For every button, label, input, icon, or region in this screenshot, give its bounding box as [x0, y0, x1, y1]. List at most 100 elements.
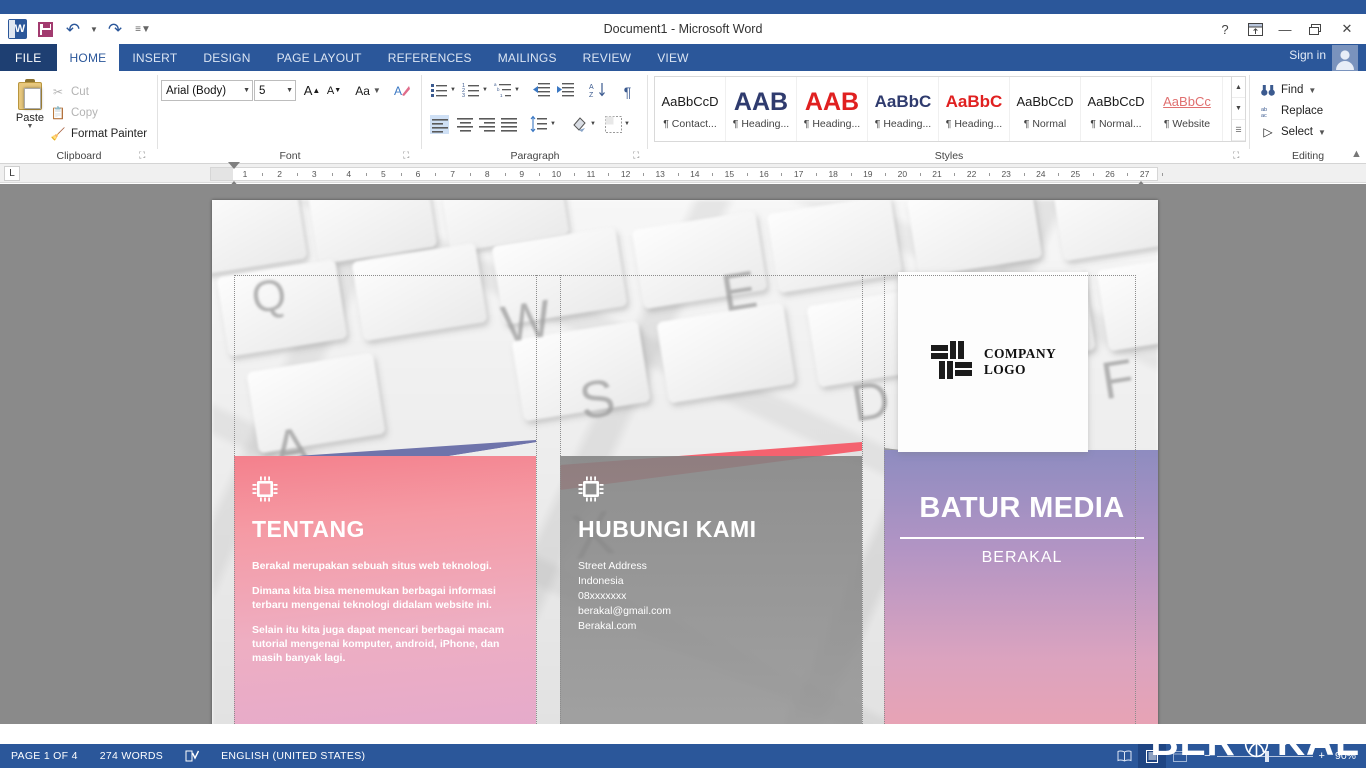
tab-review[interactable]: REVIEW [570, 44, 645, 71]
bullets-icon[interactable] [430, 81, 449, 100]
find-dropdown-icon[interactable]: ▼ [1308, 86, 1316, 95]
minimize-button[interactable]: — [1270, 15, 1300, 43]
style-name: ¶ Heading... [945, 117, 1003, 130]
tab-file[interactable]: FILE [0, 44, 57, 71]
page-indicator[interactable]: PAGE 1 OF 4 [0, 750, 89, 762]
ribbon-display-options-icon[interactable] [1240, 15, 1270, 43]
restore-button[interactable] [1300, 15, 1330, 43]
svg-text:A: A [394, 84, 402, 98]
tab-design[interactable]: DESIGN [190, 44, 263, 71]
increase-indent-icon[interactable] [556, 81, 575, 100]
cpu-chip-icon [252, 476, 278, 502]
styles-scroll-up-icon[interactable]: ▲ [1232, 77, 1245, 99]
ruler-number: 19 [863, 169, 873, 179]
font-dialog-launcher[interactable]: ⛶ [403, 150, 414, 161]
numbering-icon[interactable]: 123 [462, 81, 481, 100]
style-item-6[interactable]: AaBbCcD ¶ Normal... [1081, 77, 1152, 141]
brochure-panel-tentang[interactable]: TENTANG Berakal merupakan sebuah situs w… [234, 456, 536, 724]
grow-font-button[interactable]: A ▲ [302, 80, 322, 101]
borders-icon[interactable] [604, 115, 623, 134]
align-left-icon[interactable] [430, 115, 449, 134]
sort-icon[interactable]: AZ [589, 81, 608, 100]
style-item-3[interactable]: AaBbC ¶ Heading... [868, 77, 939, 141]
borders-dropdown-icon[interactable]: ▼ [624, 121, 630, 127]
styles-more-icon[interactable]: ☰ [1232, 120, 1245, 141]
tab-view[interactable]: VIEW [644, 44, 701, 71]
tab-stop-selector[interactable]: L [4, 166, 20, 181]
tab-page-layout[interactable]: PAGE LAYOUT [264, 44, 375, 71]
font-size-combobox[interactable]: 5 ▼ [254, 80, 296, 101]
tab-references[interactable]: REFERENCES [375, 44, 485, 71]
collapse-ribbon-icon[interactable]: ▲ [1351, 149, 1362, 160]
help-button[interactable]: ? [1210, 15, 1240, 43]
replace-button[interactable]: ab ac Replace [1260, 101, 1323, 121]
shading-icon[interactable] [570, 115, 589, 134]
document-canvas[interactable]: Q W E A S D F Z X Y [0, 184, 1366, 724]
tab-insert[interactable]: INSERT [119, 44, 190, 71]
document-page[interactable]: Q W E A S D F Z X Y [212, 200, 1158, 724]
show-formatting-marks-button[interactable]: ¶ [618, 81, 637, 102]
multilevel-dropdown-icon[interactable]: ▼ [514, 87, 520, 93]
line-spacing-dropdown-icon[interactable]: ▼ [550, 121, 556, 127]
copy-button[interactable]: 📋 Copy [50, 102, 98, 123]
brochure-panel-cover[interactable]: BATUR MEDIA BERAKAL [884, 450, 1158, 724]
shading-dropdown-icon[interactable]: ▼ [590, 121, 596, 127]
read-mode-button[interactable] [1110, 744, 1138, 768]
ruler-tick [712, 173, 714, 176]
styles-gallery[interactable]: AaBbCcD ¶ Contact... AAB ¶ Heading... AAB ¶ H… [654, 76, 1232, 142]
word-count[interactable]: 274 WORDS [89, 750, 174, 762]
numbering-dropdown-icon[interactable]: ▼ [482, 87, 488, 93]
clipboard-dialog-launcher[interactable]: ⛶ [139, 150, 150, 161]
style-item-0[interactable]: AaBbCcD ¶ Contact... [655, 77, 726, 141]
cut-button[interactable]: ✂ Cut [50, 81, 89, 102]
style-item-1[interactable]: AAB ¶ Heading... [726, 77, 797, 141]
language-indicator[interactable]: ENGLISH (UNITED STATES) [210, 750, 376, 762]
spelling-check-icon[interactable] [174, 750, 210, 762]
company-logo-card[interactable]: COMPANY LOGO [898, 272, 1088, 452]
clear-formatting-icon[interactable]: A [392, 80, 412, 101]
find-button[interactable]: Find ▼ [1260, 80, 1316, 100]
align-right-icon[interactable] [478, 115, 497, 134]
chevron-down-icon: ▼ [286, 87, 293, 94]
close-button[interactable]: ✕ [1330, 15, 1364, 43]
paste-dropdown-icon[interactable]: ▼ [27, 123, 34, 130]
horizontal-ruler[interactable]: 1 2 3 4 5 6 7 8 9 10 11 12 13 14 15 16 17 18 19 20 21 22 23 24 2… [210, 162, 1163, 195]
styles-dialog-launcher[interactable]: ⛶ [1233, 150, 1244, 161]
shrink-font-button[interactable]: A ▼ [324, 80, 344, 101]
format-painter-button[interactable]: 🧹 Format Painter [50, 123, 148, 144]
find-label: Find [1281, 84, 1304, 96]
svg-text:ac: ac [1261, 113, 1267, 118]
ruler-tick [781, 173, 783, 176]
ruler-number: 3 [311, 169, 317, 179]
style-item-5[interactable]: AaBbCcD ¶ Normal [1010, 77, 1081, 141]
decrease-indent-icon[interactable] [532, 81, 551, 100]
watermark-text-before: BER [1150, 721, 1236, 764]
select-label: Select [1281, 126, 1313, 138]
select-dropdown-icon[interactable]: ▼ [1318, 128, 1326, 137]
ruler-number: 23 [1001, 169, 1011, 179]
justify-icon[interactable] [500, 115, 519, 134]
style-item-4[interactable]: AaBbC ¶ Heading... [939, 77, 1010, 141]
styles-scroll-down-icon[interactable]: ▼ [1232, 98, 1245, 120]
bullets-dropdown-icon[interactable]: ▼ [450, 87, 456, 93]
tab-mailings[interactable]: MAILINGS [485, 44, 570, 71]
line-spacing-icon[interactable] [530, 115, 549, 134]
align-center-icon[interactable] [456, 115, 475, 134]
first-line-indent-marker[interactable] [228, 162, 240, 169]
style-item-7[interactable]: AaBbCc ¶ Website [1152, 77, 1223, 141]
multilevel-list-icon[interactable]: ab1 [494, 81, 513, 100]
font-name-combobox[interactable]: Arial (Body) ▼ [161, 80, 253, 101]
binoculars-icon [1260, 82, 1276, 98]
select-button[interactable]: ▷ Select ▼ [1260, 122, 1326, 142]
copy-icon: 📋 [50, 105, 66, 120]
change-case-button[interactable]: Aa ▼ [354, 80, 382, 101]
paragraph-dialog-launcher[interactable]: ⛶ [633, 150, 644, 161]
style-item-2[interactable]: AAB ¶ Heading... [797, 77, 868, 141]
styles-scrollbar[interactable]: ▲ ▼ ☰ [1232, 76, 1246, 142]
paste-button[interactable]: Paste ▼ [8, 77, 52, 141]
ribbon: Paste ▼ ✂ Cut 📋 Copy 🧹 Format Painter Cl… [0, 71, 1366, 203]
brochure-panel-hubungi-kami[interactable]: HUBUNGI KAMI Street Address Indonesia 08… [560, 456, 862, 724]
account-avatar[interactable] [1332, 45, 1358, 71]
sign-in-link[interactable]: Sign in [1289, 48, 1326, 62]
tab-home[interactable]: HOME [56, 44, 120, 71]
